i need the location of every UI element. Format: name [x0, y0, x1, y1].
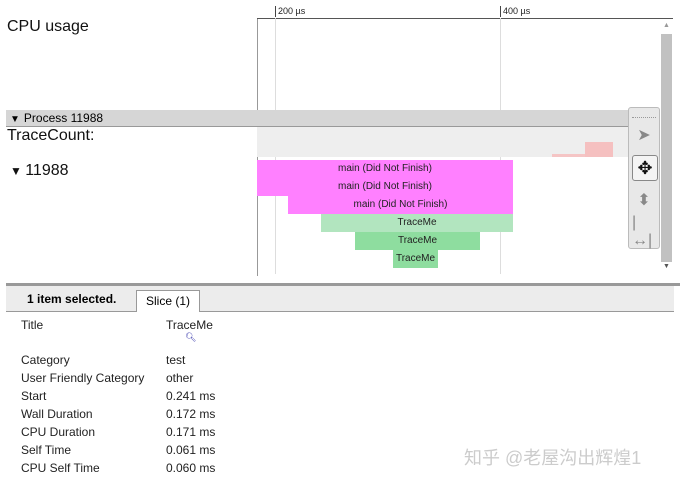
tick-label: 200 µs — [275, 6, 305, 17]
counter-bar — [552, 154, 585, 157]
detail-row: Start 0.241 ms — [21, 389, 215, 403]
detail-row: User Friendly Category other — [21, 371, 193, 385]
time-ruler[interactable]: 200 µs 400 µs — [257, 6, 673, 19]
process-header[interactable]: ▼ Process 11988 — [6, 110, 630, 127]
thread-id: 11988 — [25, 162, 69, 179]
detail-key: Category — [21, 353, 70, 367]
detail-row: Category test — [21, 353, 185, 367]
selection-summary: 1 item selected. — [27, 292, 117, 306]
drag-handle[interactable] — [632, 111, 656, 118]
detail-row: Wall Duration 0.172 ms — [21, 407, 215, 421]
detail-key: CPU Duration — [21, 425, 96, 439]
tab-slice[interactable]: Slice (1) — [136, 290, 200, 312]
slice-traceme-selected[interactable]: TraceMe — [393, 250, 438, 268]
details-tab-bar: 1 item selected. Slice (1) — [6, 286, 674, 312]
vertical-scrollbar[interactable]: ▲ ▼ — [660, 20, 673, 274]
pan-move-icon[interactable]: ✥ — [632, 155, 658, 181]
thread-label[interactable]: ▼ 11988 — [10, 162, 69, 180]
detail-key: Wall Duration — [21, 407, 93, 421]
detail-row: Self Time 0.061 ms — [21, 443, 215, 457]
detail-key: Start — [21, 389, 47, 403]
scrollbar-thumb[interactable] — [661, 34, 672, 262]
detail-value: 0.061 ms — [166, 443, 216, 457]
cpu-usage-label: CPU usage — [7, 18, 89, 35]
detail-value: 0.171 ms — [166, 425, 216, 439]
slice-main[interactable]: main (Did Not Finish) — [288, 196, 513, 214]
detail-value: other — [166, 371, 194, 385]
search-icon[interactable]: 🔍︎ — [185, 332, 196, 343]
scroll-down-icon[interactable]: ▼ — [663, 263, 670, 270]
slice-main[interactable]: main (Did Not Finish) — [257, 160, 513, 178]
track-labels-panel: CPU usage TraceCount: ▼ 11988 — [6, 6, 258, 276]
detail-row: CPU Self Time 0.060 ms — [21, 461, 215, 475]
slice-traceme[interactable]: TraceMe — [355, 232, 480, 250]
scroll-up-icon[interactable]: ▲ — [663, 22, 670, 29]
detail-row: CPU Duration 0.171 ms — [21, 425, 215, 439]
detail-row-title: Title TraceMe — [21, 318, 213, 332]
slice-main[interactable]: main (Did Not Finish) — [257, 178, 513, 196]
zoom-vertical-icon[interactable]: ⬍ — [632, 188, 656, 212]
expand-triangle-icon[interactable]: ▼ — [10, 164, 25, 178]
mouse-mode-toolbar: ➤ ✥ ⬍ |↔| — [628, 107, 660, 249]
select-cursor-icon[interactable]: ➤ — [632, 123, 656, 147]
detail-key: User Friendly Category — [21, 371, 145, 385]
details-panel: 1 item selected. Slice (1) Title TraceMe … — [6, 283, 680, 484]
slice-traceme[interactable]: TraceMe — [321, 214, 513, 232]
detail-key: Title — [21, 318, 44, 332]
detail-key: CPU Self Time — [21, 461, 100, 475]
detail-value: 0.241 ms — [166, 389, 216, 403]
detail-value: test — [166, 353, 186, 367]
detail-value: 0.172 ms — [166, 407, 216, 421]
timing-horizontal-icon[interactable]: |↔| — [632, 214, 656, 249]
trace-count-track — [257, 127, 630, 157]
detail-value: 0.060 ms — [166, 461, 216, 475]
detail-value: TraceMe — [166, 318, 213, 332]
trace-count-label: TraceCount: — [7, 127, 95, 144]
detail-key: Self Time — [21, 443, 72, 457]
tick-label: 400 µs — [500, 6, 530, 17]
process-label: Process 11988 — [23, 111, 104, 125]
watermark: 知乎 @老屋沟出辉煌1 — [464, 448, 642, 468]
counter-bar — [585, 142, 613, 157]
